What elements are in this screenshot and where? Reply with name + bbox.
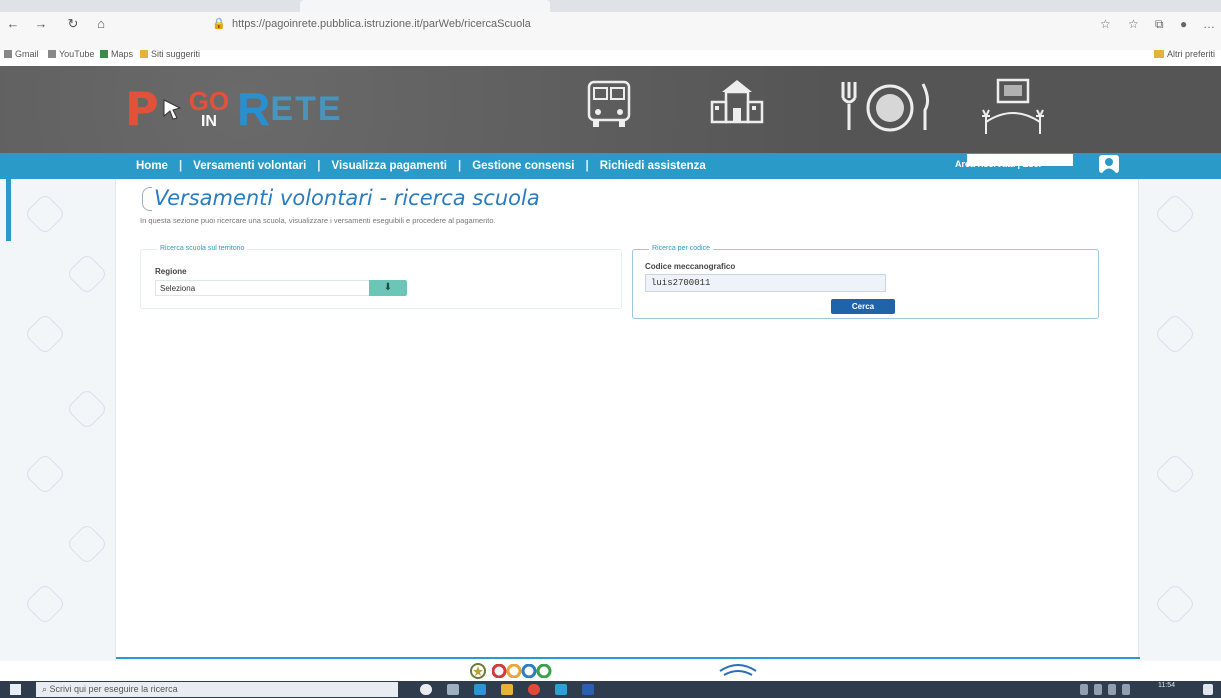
browser-toolbar: ← → ↻ ⌂ 🔒 https://pagoinrete.pubblica.is… [0,12,1221,50]
refresh-icon[interactable]: ↻ [64,16,82,32]
collections-icon[interactable]: ⧉ [1155,17,1164,32]
bookmarks-bar: Gmail YouTube Maps Siti suggeriti Altri … [0,46,1221,64]
battery-icon[interactable] [1108,684,1116,695]
cerca-button[interactable]: Cerca [831,299,895,314]
decor-shape [23,192,67,236]
title-bracket [142,187,152,211]
chrome-icon[interactable] [528,684,540,695]
main-menu-bar: Home | Versamenti volontari | Visualizza… [0,153,1221,179]
menu-versamenti-volontari[interactable]: Versamenti volontari [182,160,317,172]
decor-shape [23,582,67,626]
pago-in-rete-logo[interactable]: P GO IN R ETE [125,82,343,136]
windows-taskbar: ⌕ Scrivi qui per eseguire la ricerca 11:… [0,681,1221,698]
search-code-legend: Ricerca per codice [649,245,713,252]
bookmark-youtube[interactable]: YouTube [48,49,94,59]
pon-logo-icon [492,664,552,678]
redacted-username [967,154,1073,166]
bookmark-siti-suggeriti[interactable]: Siti suggeriti [140,49,200,59]
pagopa-logo-icon [719,664,757,676]
tray-chevron-icon[interactable] [1080,684,1088,695]
decor-shape [1153,452,1197,496]
address-bar[interactable]: https://pagoinrete.pubblica.istruzione.i… [232,18,531,30]
page-title: Versamenti volontari - ricerca scuola [154,186,540,210]
browser-tab-strip [0,0,1221,12]
school-building-icon [710,80,764,124]
forward-icon[interactable]: → [32,16,50,32]
menu-home[interactable]: Home [125,160,179,172]
home-icon[interactable]: ⌂ [92,16,110,32]
lock-icon: 🔒 [212,18,226,30]
main-menu: Home | Versamenti volontari | Visualizza… [125,153,717,179]
back-icon[interactable]: ← [4,16,22,32]
task-view-icon[interactable] [447,684,459,695]
museum-trip-icon [982,78,1044,134]
canteen-plate-icon [841,82,930,132]
decor-shape [23,312,67,356]
site-header: P GO IN R ETE [0,66,1221,153]
other-bookmarks[interactable]: Altri preferiti [1153,49,1215,59]
decor-shape [1153,312,1197,356]
bookmark-gmail[interactable]: Gmail [4,49,39,59]
network-icon[interactable] [1094,684,1102,695]
bookmark-maps[interactable]: Maps [100,49,133,59]
file-explorer-icon[interactable] [501,684,513,695]
decor-shape [1153,582,1197,626]
decor-shape [65,522,109,566]
regione-select[interactable]: Seleziona [155,280,384,296]
notifications-icon[interactable] [1203,684,1213,695]
page-intro: In questa sezione puoi ricercare una scu… [140,216,496,225]
codice-meccanografico-label: Codice meccanografico [645,262,736,271]
menu-richiedi-assistenza[interactable]: Richiedi assistenza [589,160,717,172]
cursor-arrow-icon [163,99,182,120]
search-by-territory-panel: Ricerca scuola sul territorio Regione Se… [140,245,622,309]
page-footer [0,661,1221,681]
favorites-icon[interactable]: ☆ [1128,17,1139,31]
decor-shape [1153,192,1197,236]
edge-icon[interactable] [474,684,486,695]
main-content: Versamenti volontari - ricerca scuola In… [115,179,1140,671]
regione-label: Regione [155,267,187,276]
search-territory-legend: Ricerca scuola sul territorio [157,245,248,252]
logo-go-in: GO IN [188,86,230,130]
left-accent-bar [6,179,11,241]
user-icon[interactable] [1099,155,1119,173]
cortana-icon[interactable] [420,684,432,695]
volume-icon[interactable] [1122,684,1130,695]
windows-start-icon[interactable] [10,684,21,695]
regione-dropdown-button[interactable]: ⬇ [369,280,407,296]
school-bus-icon [587,80,631,127]
menu-gestione-consensi[interactable]: Gestione consensi [461,160,585,172]
decor-shape [23,452,67,496]
search-by-code-panel: Ricerca per codice Codice meccanografico… [632,245,1099,319]
search-icon: ⌕ [42,684,50,694]
decor-shape [65,387,109,431]
menu-dots-icon[interactable]: … [1203,17,1215,31]
codice-meccanografico-input[interactable]: luis2700011 [645,274,886,292]
profile-icon[interactable]: ● [1180,17,1187,31]
taskbar-search-box[interactable]: ⌕ Scrivi qui per eseguire la ricerca [36,682,398,697]
decor-shape [65,252,109,296]
republic-emblem-icon [470,663,486,679]
read-aloud-icon[interactable]: ☆ [1100,17,1111,31]
edge-new-icon[interactable] [555,684,567,695]
footer-divider [116,657,1140,659]
word-icon[interactable] [582,684,594,695]
taskbar-clock[interactable]: 11:54 [1158,682,1175,689]
browser-active-tab[interactable] [300,0,550,12]
chevron-down-icon: ⬇ [383,282,393,293]
menu-visualizza-pagamenti[interactable]: Visualizza pagamenti [321,160,458,172]
